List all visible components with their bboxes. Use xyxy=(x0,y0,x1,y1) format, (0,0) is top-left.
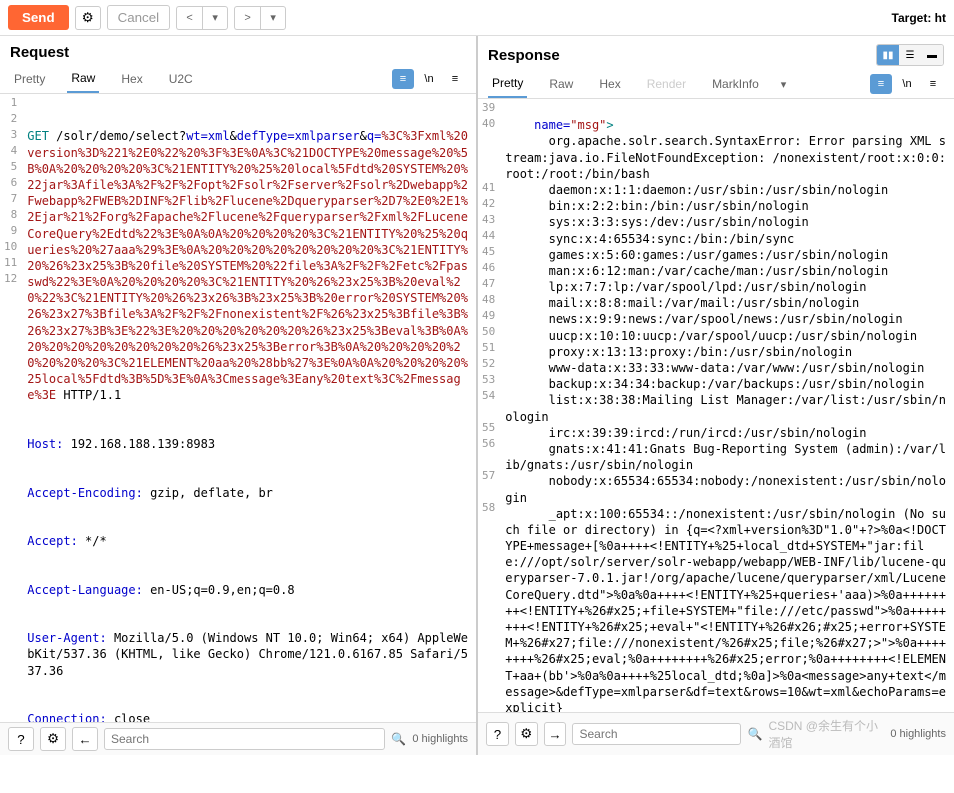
response-code[interactable]: name="msg"> org.apache.solr.search.Synta… xyxy=(501,99,954,712)
cancel-button[interactable]: Cancel xyxy=(107,5,171,30)
request-gutter: 123456789101112 xyxy=(0,94,23,722)
layout-single[interactable]: ▬ xyxy=(921,45,943,65)
tab-raw[interactable]: Raw xyxy=(67,65,99,93)
tab-hex[interactable]: Hex xyxy=(595,71,624,97)
settings-button[interactable]: ⚙ xyxy=(40,727,66,751)
arrow-right-icon: → xyxy=(548,727,561,742)
chevron-down-icon: ▾ xyxy=(212,11,218,24)
chevron-left-icon: < xyxy=(186,12,192,24)
layout-toggles: ▮▮ ☰ ▬ xyxy=(876,44,944,66)
gear-button[interactable]: ⚙ xyxy=(75,6,101,30)
square-icon: ▬ xyxy=(927,50,937,61)
search-icon: 🔍 xyxy=(391,732,406,746)
response-pane: Response ▮▮ ☰ ▬ Pretty Raw Hex Render Ma… xyxy=(478,36,954,755)
watermark: CSDN @余生有个小酒馆 xyxy=(768,717,884,751)
gear-icon: ⚙ xyxy=(47,731,59,747)
toolbar: Send ⚙ Cancel < ▾ > ▾ Target: ht xyxy=(0,0,954,35)
gear-icon: ⚙ xyxy=(82,10,94,26)
response-gutter: 3940414243444546474849505152535455565758 xyxy=(478,99,501,712)
search-icon: 🔍 xyxy=(747,727,762,741)
request-search-input[interactable] xyxy=(104,728,385,750)
response-title: Response xyxy=(488,47,876,64)
response-highlights: 0 highlights xyxy=(890,728,946,740)
chevron-down-icon[interactable]: ▾ xyxy=(781,78,787,91)
newline-button[interactable]: \n xyxy=(896,74,918,94)
hamburger-icon: ≡ xyxy=(930,78,936,90)
arrow-button[interactable]: ← xyxy=(72,727,98,751)
request-editor[interactable]: 123456789101112 GET /solr/demo/select?wt… xyxy=(0,94,476,722)
tab-markinfo[interactable]: MarkInfo xyxy=(708,71,763,97)
rows-icon: ☰ xyxy=(906,50,915,61)
tab-u2c[interactable]: U2C xyxy=(165,66,197,92)
help-button[interactable]: ? xyxy=(486,722,509,746)
gear-icon: ⚙ xyxy=(520,726,532,742)
tab-hex[interactable]: Hex xyxy=(117,66,146,92)
actions-button[interactable]: ≡ xyxy=(392,69,414,89)
arrow-button[interactable]: → xyxy=(544,722,567,746)
arrow-left-icon: ← xyxy=(78,732,91,747)
response-editor[interactable]: 3940414243444546474849505152535455565758… xyxy=(478,99,954,712)
tab-raw[interactable]: Raw xyxy=(545,71,577,97)
back-dropdown[interactable]: ▾ xyxy=(202,6,228,30)
settings-button[interactable]: ⚙ xyxy=(515,722,538,746)
actions-button[interactable]: ≡ xyxy=(870,74,892,94)
forward-dropdown[interactable]: ▾ xyxy=(260,6,286,30)
menu-button[interactable]: ≡ xyxy=(444,69,466,89)
request-footer: ? ⚙ ← 🔍 0 highlights xyxy=(0,722,476,755)
request-code[interactable]: GET /solr/demo/select?wt=xml&defType=xml… xyxy=(23,94,476,722)
history-back-group: < ▾ xyxy=(176,6,228,30)
layout-columns[interactable]: ▮▮ xyxy=(877,45,899,65)
tab-render[interactable]: Render xyxy=(643,71,690,97)
target-label: Target: ht xyxy=(892,11,946,25)
request-title: Request xyxy=(10,44,466,61)
help-icon: ? xyxy=(494,727,501,742)
request-tabs: Pretty Raw Hex U2C ≡ \n ≡ xyxy=(0,65,476,94)
request-pane: Request Pretty Raw Hex U2C ≡ \n ≡ 123456… xyxy=(0,36,478,755)
back-button[interactable]: < xyxy=(176,6,202,30)
response-tabs: Pretty Raw Hex Render MarkInfo ▾ ≡ \n ≡ xyxy=(478,70,954,99)
chevron-down-icon: ▾ xyxy=(270,11,276,24)
tab-pretty[interactable]: Pretty xyxy=(10,66,49,92)
hamburger-icon: ≡ xyxy=(452,73,458,85)
send-button[interactable]: Send xyxy=(8,5,69,30)
columns-icon: ▮▮ xyxy=(882,50,893,61)
list-icon: ≡ xyxy=(400,73,406,85)
forward-button[interactable]: > xyxy=(234,6,260,30)
newline-button[interactable]: \n xyxy=(418,69,440,89)
list-icon: ≡ xyxy=(878,78,884,90)
history-forward-group: > ▾ xyxy=(234,6,286,30)
help-icon: ? xyxy=(17,732,24,747)
layout-rows[interactable]: ☰ xyxy=(899,45,921,65)
response-search-input[interactable] xyxy=(572,723,741,745)
tab-pretty[interactable]: Pretty xyxy=(488,70,527,98)
response-footer: ? ⚙ → 🔍 CSDN @余生有个小酒馆 0 highlights xyxy=(478,712,954,755)
menu-button[interactable]: ≡ xyxy=(922,74,944,94)
help-button[interactable]: ? xyxy=(8,727,34,751)
chevron-right-icon: > xyxy=(244,12,250,24)
request-highlights: 0 highlights xyxy=(412,733,468,745)
